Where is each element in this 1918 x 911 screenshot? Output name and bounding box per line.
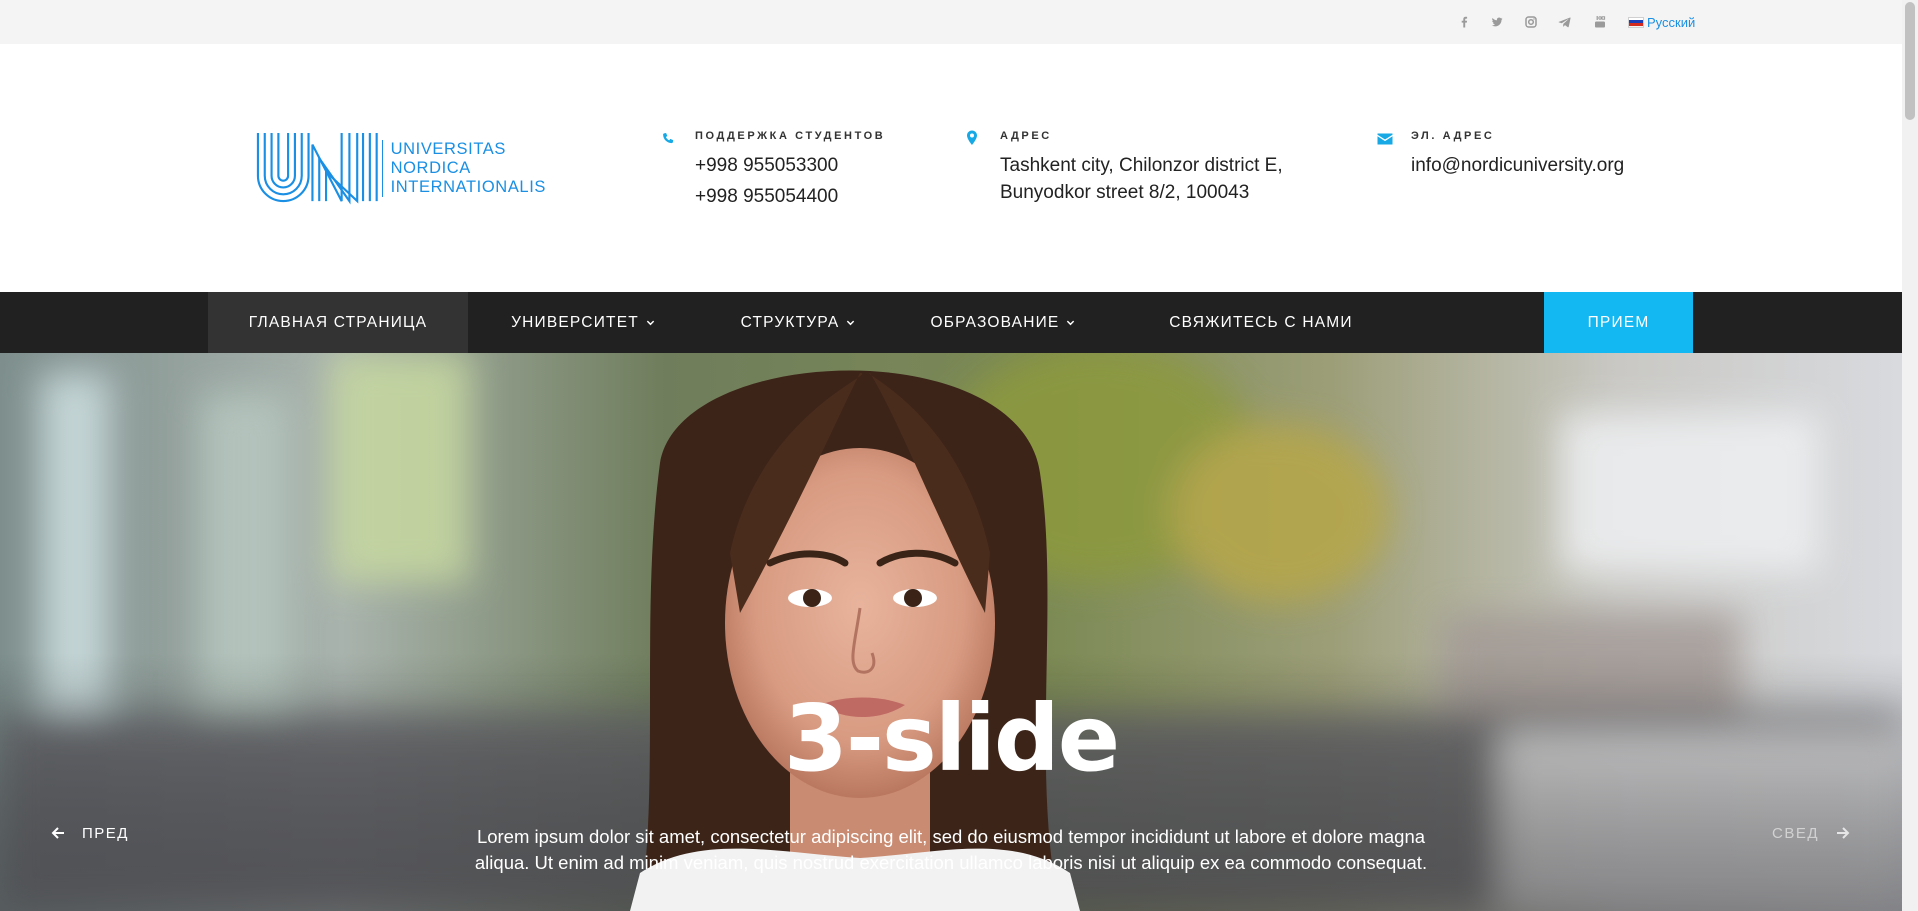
map-marker-icon xyxy=(966,130,982,148)
nav-item-structure[interactable]: СТРУКТУРА xyxy=(698,292,898,353)
language-label: Русский xyxy=(1647,14,1696,30)
nav-item-university-label: УНИВЕРСИТЕТ xyxy=(511,313,639,331)
content-area: Русский UNIVERSITAS NORDICA INTERNATIONA… xyxy=(0,0,1902,911)
nav-item-contact-label: СВЯЖИТЕСЬ С НАМИ xyxy=(1169,313,1353,331)
page-scrollbar[interactable] xyxy=(1902,0,1918,911)
support-phone-2[interactable]: +998 955054400 xyxy=(695,183,838,210)
slide-description: Lorem ipsum dolor sit amet, consectetur … xyxy=(474,826,1428,873)
nav-item-education-label: ОБРАЗОВАНИЕ xyxy=(930,313,1060,331)
address-label: АДРЕС xyxy=(1000,130,1052,142)
language-selector[interactable]: Русский xyxy=(1628,14,1695,30)
site-header: UNIVERSITAS NORDICA INTERNATIONALIS ПОДД… xyxy=(0,44,1902,292)
nav-item-university[interactable]: УНИВЕРСИТЕТ xyxy=(468,292,698,353)
logo-line-2: NORDICA xyxy=(390,158,471,177)
nav-item-contact[interactable]: СВЯЖИТЕСЬ С НАМИ xyxy=(1108,292,1414,353)
envelope-icon xyxy=(1377,130,1393,148)
nav-item-home[interactable]: ГЛАВНАЯ СТРАНИЦА xyxy=(208,292,468,353)
twitter-icon[interactable] xyxy=(1489,14,1505,30)
slider-next-button[interactable]: СВЕД xyxy=(1772,821,1851,845)
main-navigation: ГЛАВНАЯ СТРАНИЦА УНИВЕРСИТЕТ СТРУКТУРА О… xyxy=(0,292,1902,353)
slide-title: 3-slide xyxy=(783,685,1120,792)
page: Русский UNIVERSITAS NORDICA INTERNATIONA… xyxy=(0,0,1918,911)
slider-prev-label: ПРЕД xyxy=(82,824,129,842)
logo-wordmark: UNIVERSITAS NORDICA INTERNATIONALIS xyxy=(381,139,546,197)
phone-icon xyxy=(661,130,677,148)
arrow-left-icon xyxy=(51,827,64,839)
instagram-icon[interactable] xyxy=(1523,14,1539,30)
email-value[interactable]: info@nordicuniversity.org xyxy=(1411,152,1624,179)
slider-next-label: СВЕД xyxy=(1772,824,1820,842)
email-label: ЭЛ. АДРЕС xyxy=(1411,130,1495,142)
hero-slider: 3-slide Lorem ipsum dolor sit amet, cons… xyxy=(0,353,1902,911)
nav-item-structure-label: СТРУКТУРА xyxy=(740,313,840,331)
support-phone-1[interactable]: +998 955053300 xyxy=(695,152,838,179)
chevron-down-icon xyxy=(1067,320,1075,326)
chevron-down-icon xyxy=(847,320,855,326)
uni-logo-mark-icon xyxy=(256,132,378,205)
slider-prev-button[interactable]: ПРЕД xyxy=(50,821,129,845)
address-line-2: Bunyodkor street 8/2, 100043 xyxy=(1000,182,1250,203)
nav-item-education[interactable]: ОБРАЗОВАНИЕ xyxy=(898,292,1108,353)
facebook-icon[interactable] xyxy=(1456,14,1472,30)
support-label: ПОДДЕРЖКА СТУДЕНТОВ xyxy=(695,130,886,142)
russia-flag-icon xyxy=(1628,16,1644,28)
chevron-down-icon xyxy=(646,320,655,326)
nav-item-home-label: ГЛАВНАЯ СТРАНИЦА xyxy=(248,313,428,331)
scrollbar-thumb[interactable] xyxy=(1905,2,1915,120)
admission-button[interactable]: ПРИЕМ xyxy=(1544,292,1693,353)
logo-line-3: INTERNATIONALIS xyxy=(390,177,546,196)
address-line-1: Tashkent city, Chilonzor district E, xyxy=(1000,155,1283,176)
telegram-icon[interactable] xyxy=(1557,14,1573,30)
top-bar: Русский xyxy=(0,0,1902,44)
logo-line-1: UNIVERSITAS xyxy=(390,139,507,158)
arrow-right-icon xyxy=(1837,827,1850,839)
address-value: Tashkent city, Chilonzor district E, Bun… xyxy=(1000,152,1283,206)
site-logo[interactable]: UNIVERSITAS NORDICA INTERNATIONALIS xyxy=(256,122,546,214)
support-phones: +998 955053300 +998 955054400 xyxy=(695,152,838,210)
youtube-icon[interactable] xyxy=(1592,14,1608,30)
